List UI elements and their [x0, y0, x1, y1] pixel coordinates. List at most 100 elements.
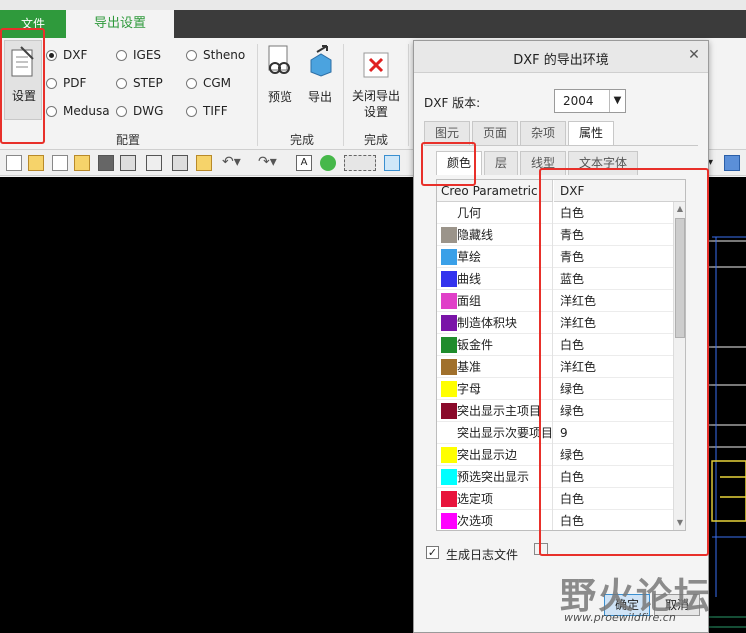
radio-icon	[116, 77, 127, 89]
log-label: 生成日志文件	[446, 548, 519, 562]
radio-icon	[186, 77, 197, 89]
watermark: 野火论坛 www.proewildfire.cn	[560, 565, 746, 633]
row-entity-name: 面组	[457, 294, 482, 308]
row-entity-cell: 面组	[437, 290, 553, 312]
color-swatch	[441, 513, 457, 529]
radio-icon	[186, 49, 197, 61]
row-entity-cell: 突出显示次要项目	[437, 422, 553, 444]
format-iges[interactable]: IGES	[116, 46, 163, 64]
save-as-icon[interactable]	[120, 155, 136, 171]
format-step[interactable]: STEP	[116, 74, 163, 92]
row-entity-cell: 预选突出显示	[437, 466, 553, 488]
text-icon[interactable]: A	[296, 155, 312, 171]
format-stheno[interactable]: Stheno	[186, 46, 245, 64]
row-entity-name: 制造体积块	[457, 316, 518, 330]
row-entity-name: 隐藏线	[457, 228, 494, 242]
format-dwg[interactable]: DWG	[116, 102, 163, 120]
color-swatch	[441, 271, 457, 287]
row-entity-cell: 基准	[437, 356, 553, 378]
row-entity-name: 次选项	[457, 514, 494, 528]
group-separator	[408, 44, 409, 146]
group-label-finish-1: 完成	[289, 133, 314, 147]
row-entity-cell: 曲线	[437, 268, 553, 290]
export-small-icon[interactable]	[196, 155, 212, 171]
color-swatch	[441, 227, 457, 243]
title-bar	[0, 0, 746, 10]
dxf-icon[interactable]	[146, 155, 162, 171]
chevron-down-icon: ▼	[609, 90, 625, 112]
setup-label: 设置	[11, 89, 36, 103]
color-swatch	[441, 293, 457, 309]
save-icon[interactable]	[98, 155, 114, 171]
format-column-2: IGES STEP DWG	[116, 46, 163, 120]
color-swatch	[441, 469, 457, 485]
subtab-layer[interactable]: 层	[484, 151, 519, 175]
color-swatch	[441, 359, 457, 375]
dialog-title-bar: DXF 的导出环境 ✕	[414, 41, 708, 73]
color-swatch	[441, 447, 457, 463]
color-swatch	[441, 491, 457, 507]
preview-icon	[268, 45, 290, 74]
new-icon[interactable]	[6, 155, 22, 171]
tab-properties[interactable]: 属性	[568, 121, 615, 145]
format-column-3: Stheno CGM TIFF	[186, 46, 245, 120]
group-separator	[343, 44, 344, 146]
select-box-icon[interactable]	[344, 155, 376, 171]
watermark-url: www.proewildfire.cn	[564, 611, 676, 624]
color-swatch	[441, 315, 457, 331]
version-value: 2004	[563, 94, 594, 108]
row-entity-cell: 几何	[437, 202, 553, 224]
export-label: 导出	[307, 90, 332, 104]
eraser-icon[interactable]	[384, 155, 400, 171]
tab-export-setup[interactable]: 导出设置	[66, 10, 174, 40]
radio-icon	[116, 49, 127, 61]
format-column-1: DXF PDF Medusa	[46, 46, 110, 120]
row-entity-cell: 制造体积块	[437, 312, 553, 334]
page-icon[interactable]	[52, 155, 68, 171]
close-icon[interactable]: ✕	[686, 47, 702, 65]
row-entity-name: 选定项	[457, 492, 494, 506]
row-entity-cell: 字母	[437, 378, 553, 400]
preview-label: 预览	[267, 90, 292, 104]
dialog-title: DXF 的导出环境	[513, 53, 609, 68]
row-entity-name: 几何	[457, 206, 482, 220]
format-dxf[interactable]: DXF	[46, 46, 110, 64]
undo-icon[interactable]: ↶▾	[222, 155, 244, 171]
dxf-column-highlight	[539, 168, 709, 556]
group-label-finish-2: 完成	[363, 133, 388, 147]
radio-icon	[116, 105, 127, 117]
row-entity-cell: 突出显示主项目	[437, 400, 553, 422]
open-icon[interactable]	[28, 155, 44, 171]
color-swatch	[441, 249, 457, 265]
regenerate-icon[interactable]	[320, 155, 336, 171]
print-icon[interactable]	[172, 155, 188, 171]
format-tiff[interactable]: TIFF	[186, 102, 245, 120]
row-entity-name: 字母	[457, 382, 482, 396]
color-swatch	[441, 337, 457, 353]
tab-page[interactable]: 页面	[472, 121, 519, 145]
row-entity-name: 草绘	[457, 250, 482, 264]
export-button[interactable]: 导出	[302, 44, 338, 104]
dropdown-icon[interactable]: ▾	[708, 155, 724, 171]
setup-button[interactable]: 设置	[4, 40, 42, 120]
color-swatch	[441, 403, 457, 419]
radio-icon	[46, 49, 57, 61]
folder-icon[interactable]	[74, 155, 90, 171]
settings-icon[interactable]	[724, 155, 740, 171]
format-medusa[interactable]: Medusa	[46, 102, 110, 120]
preview-button[interactable]: 预览	[262, 44, 298, 104]
row-entity-name: 突出显示主项目	[457, 404, 542, 418]
row-entity-cell: 隐藏线	[437, 224, 553, 246]
row-entity-name: 突出显示边	[457, 448, 518, 462]
version-select[interactable]: 2004 ▼	[554, 89, 626, 113]
redo-icon[interactable]: ↷▾	[258, 155, 280, 171]
radio-icon	[46, 105, 57, 117]
tab-misc[interactable]: 杂项	[520, 121, 567, 145]
close-export-label: 关闭导出设置	[351, 89, 400, 119]
format-pdf[interactable]: PDF	[46, 74, 110, 92]
log-checkbox[interactable]: ✓	[426, 546, 439, 559]
close-export-setup-button[interactable]: 关闭导出设置	[348, 48, 404, 122]
format-cgm[interactable]: CGM	[186, 74, 245, 92]
color-swatch	[441, 381, 457, 397]
close-icon	[363, 52, 389, 78]
